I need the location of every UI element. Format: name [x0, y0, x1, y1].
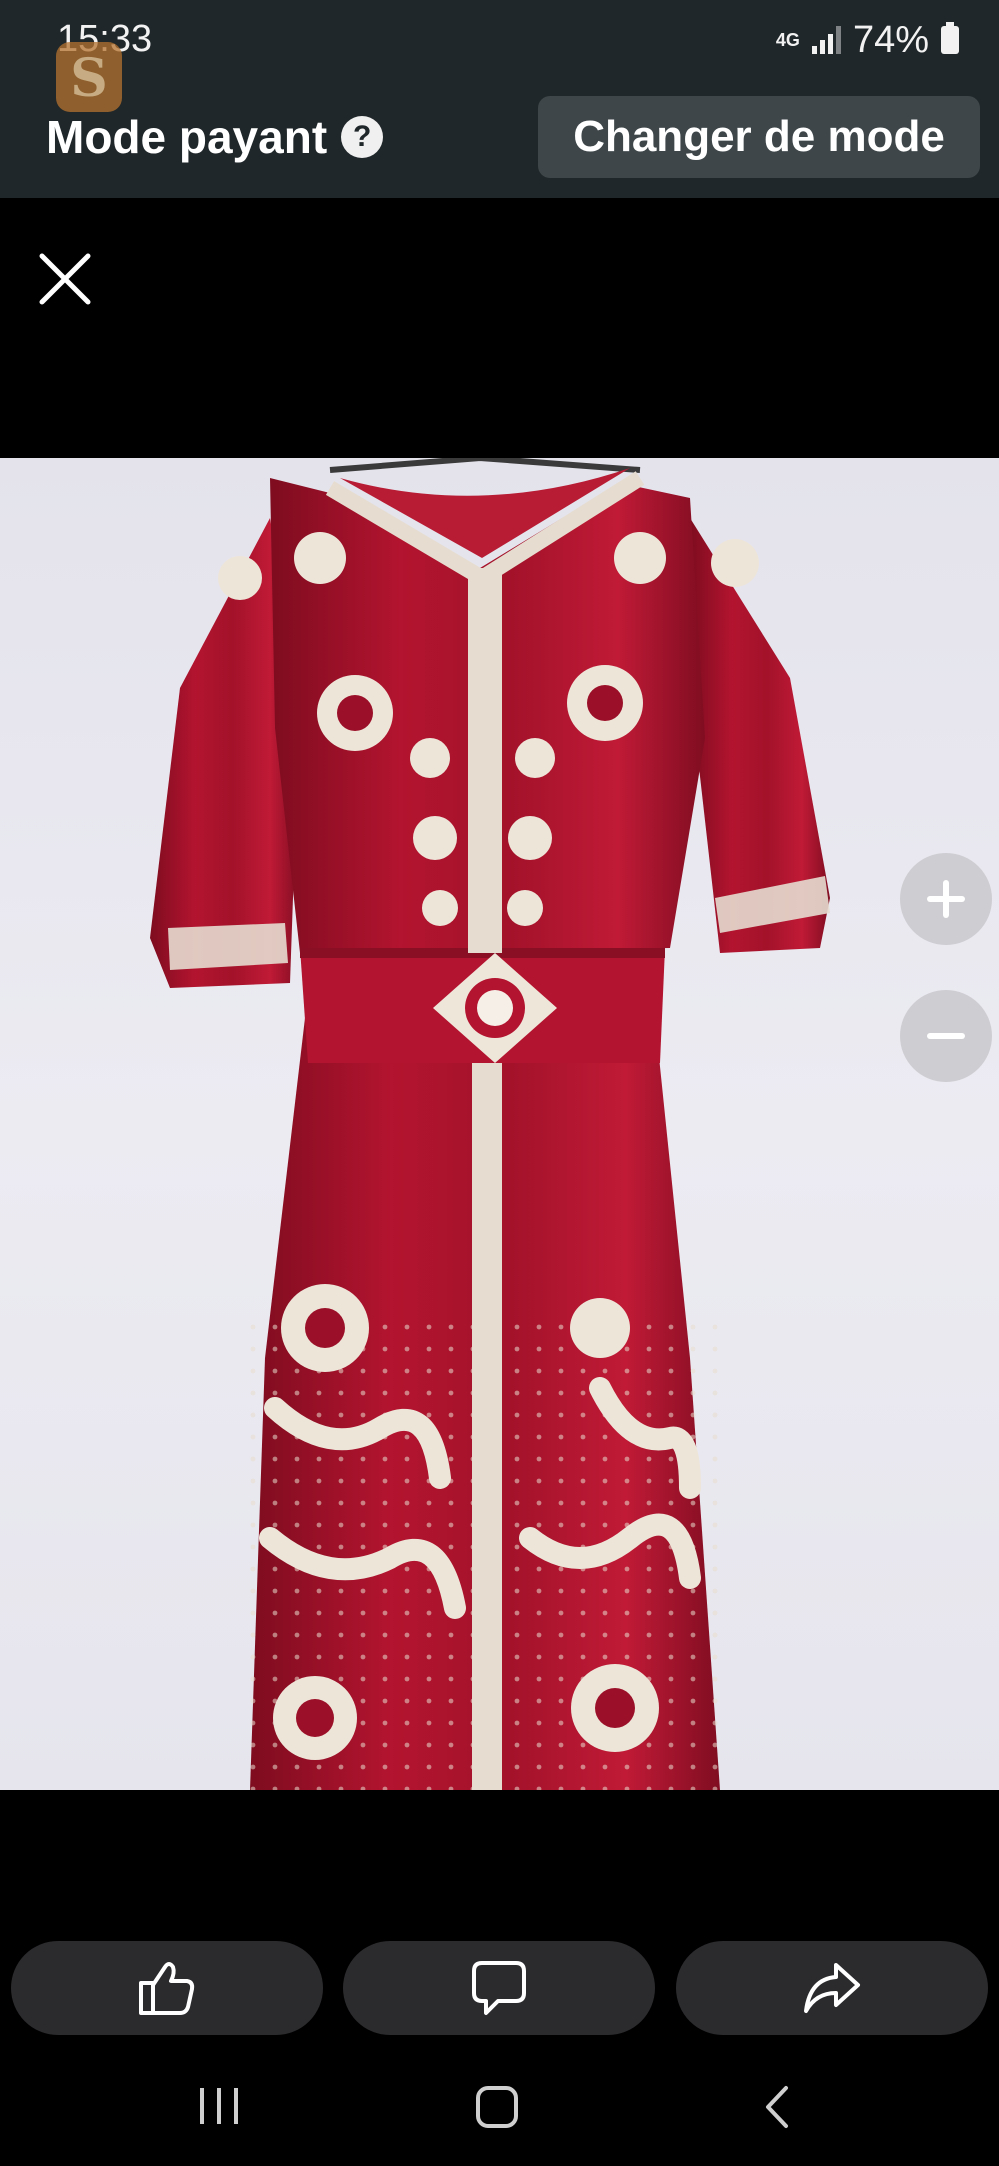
back-button[interactable] [762, 2084, 792, 2130]
status-indicators: 4G 74% [776, 16, 959, 64]
home-icon [476, 2086, 518, 2128]
close-icon [39, 253, 91, 305]
zoom-out-button[interactable] [900, 990, 992, 1082]
like-button[interactable] [11, 1941, 323, 2035]
system-navigation-bar [0, 2060, 999, 2166]
signal-icon [811, 26, 841, 54]
share-button[interactable] [676, 1941, 988, 2035]
recent-apps-icon [200, 2088, 238, 2124]
plus-icon [927, 880, 965, 918]
minus-icon [927, 1033, 965, 1039]
back-icon [766, 2086, 788, 2128]
zoom-in-button[interactable] [900, 853, 992, 945]
help-icon[interactable]: ? [341, 116, 384, 158]
battery-icon [941, 22, 959, 54]
change-mode-button[interactable]: Changer de mode [538, 96, 980, 178]
comment-button[interactable] [343, 1941, 655, 2035]
status-bar: 15:33 4G 74% [0, 0, 999, 80]
home-button[interactable] [474, 2084, 520, 2130]
battery-level: 74% [852, 18, 929, 61]
recent-apps-button[interactable] [196, 2084, 242, 2128]
mode-title: Mode payant ? [46, 109, 384, 165]
watermark-logo [56, 42, 122, 112]
share-icon [804, 1963, 860, 2013]
post-actions [0, 1941, 999, 2035]
comment-icon [472, 1961, 526, 2015]
thumbs-up-icon [139, 1962, 195, 2015]
close-button[interactable] [36, 250, 94, 308]
mode-title-text: Mode payant [46, 111, 328, 163]
network-type: 4G [775, 30, 800, 50]
dress-illustration [150, 458, 830, 1790]
post-photo[interactable] [0, 458, 999, 1790]
